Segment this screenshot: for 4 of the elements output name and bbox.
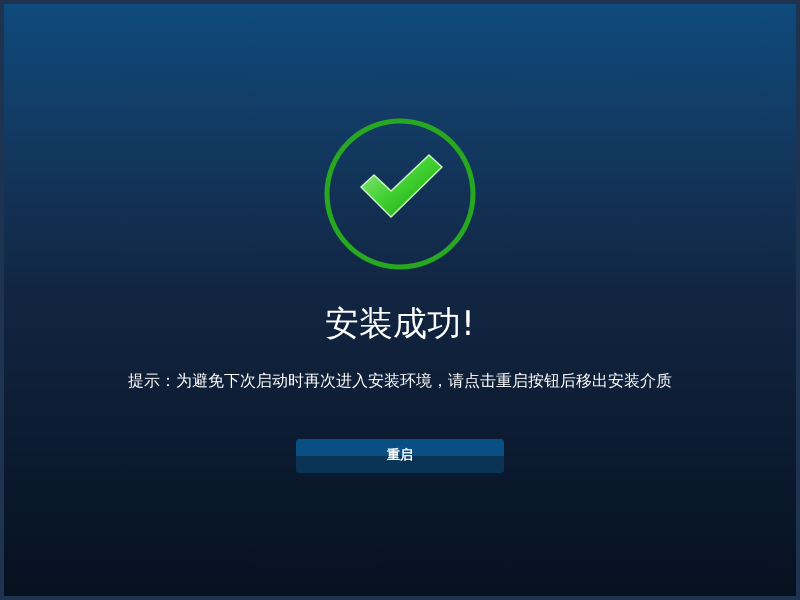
restart-button[interactable]: 重启 [296,439,504,473]
success-title: 安装成功! [325,307,475,341]
check-circle-icon [323,117,477,271]
hint-message: 提示：为避免下次启动时再次进入安装环境，请点击重启按钮后移出安装介质 [128,370,672,392]
